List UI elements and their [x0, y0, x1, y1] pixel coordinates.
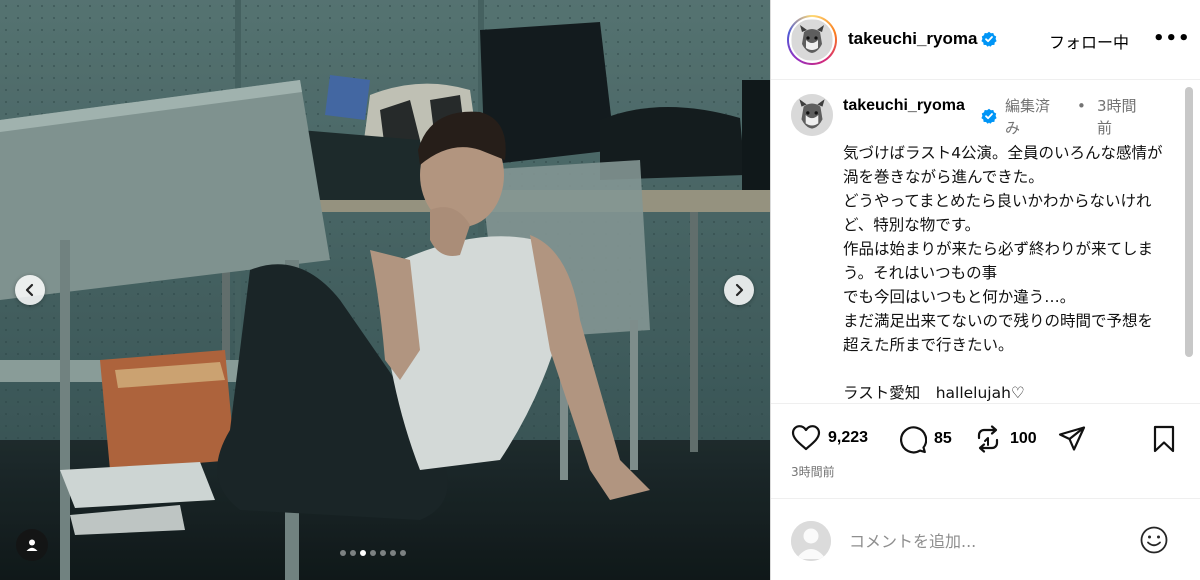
post-timestamp[interactable]: 3時間前: [791, 463, 835, 480]
comment-count: 85: [934, 430, 952, 447]
rehearsal-photo: [0, 0, 770, 580]
author-username-link[interactable]: takeuchi_ryoma: [848, 29, 998, 49]
dog-avatar-icon: [791, 94, 833, 136]
comment-button[interactable]: 85: [897, 424, 952, 454]
bookmark-icon: [1153, 425, 1175, 453]
verified-badge-icon: [981, 108, 997, 124]
heart-icon: [791, 425, 821, 451]
following-button[interactable]: フォロー中: [1049, 29, 1129, 53]
emoji-icon: [1140, 526, 1168, 554]
paper-plane-icon: [1058, 426, 1086, 451]
like-count: 9,223: [828, 429, 869, 446]
share-button[interactable]: [1057, 424, 1087, 454]
like-button[interactable]: 9,223: [791, 424, 868, 452]
more-options-button[interactable]: •••: [1153, 28, 1191, 49]
post-photo[interactable]: [0, 0, 770, 580]
previous-slide-button[interactable]: [15, 275, 45, 305]
user-tag-icon: [26, 539, 38, 551]
add-comment-bar: [771, 498, 1200, 580]
caption-scroll-area[interactable]: takeuchi_ryoma 編集済み • 3時間前 気づけばラスト4公演。全員…: [771, 81, 1200, 403]
caption-scrollbar[interactable]: [1185, 87, 1193, 357]
current-user-avatar: [791, 521, 831, 561]
carousel-dot: [370, 550, 376, 556]
save-button[interactable]: [1150, 424, 1178, 454]
meta-separator: •: [1077, 97, 1086, 115]
chevron-right-icon: [735, 283, 744, 297]
default-user-icon: [791, 521, 831, 561]
caption-timestamp[interactable]: 3時間前: [1097, 95, 1151, 139]
caption-text: 気づけばラスト4公演。全員のいろんな感情が渦を巻きながら進んできた。 どうやって…: [843, 144, 1163, 402]
carousel-dot: [360, 550, 366, 556]
next-slide-button[interactable]: [724, 275, 754, 305]
caption-username-link[interactable]: takeuchi_ryoma: [843, 95, 975, 117]
post-actions-bar: 9,223 85 100 3時間前: [771, 403, 1200, 479]
carousel-indicator: [340, 550, 406, 556]
avatar: [791, 19, 833, 61]
verified-badge-icon: [981, 31, 998, 47]
caption-avatar[interactable]: [791, 94, 833, 136]
repost-count: 100: [1010, 430, 1037, 447]
carousel-dot: [390, 550, 396, 556]
carousel-dot: [380, 550, 386, 556]
comment-input[interactable]: [849, 527, 1119, 555]
author-avatar-story-ring[interactable]: [787, 15, 837, 65]
author-username: takeuchi_ryoma: [848, 29, 978, 48]
chevron-left-icon: [25, 283, 34, 297]
emoji-picker-button[interactable]: [1139, 525, 1169, 559]
comment-bubble-icon: [900, 426, 927, 454]
dog-avatar-icon: [792, 20, 832, 60]
repost-icon: [977, 425, 999, 453]
carousel-dot: [350, 550, 356, 556]
carousel-dot: [340, 550, 346, 556]
repost-button[interactable]: 100: [973, 424, 1037, 454]
edited-label: 編集済み: [1005, 97, 1051, 137]
carousel-dot: [400, 550, 406, 556]
post-header: takeuchi_ryoma フォロー中 •••: [771, 0, 1200, 80]
post-side-panel: takeuchi_ryoma フォロー中 ••• takeuchi_ryoma: [770, 0, 1200, 580]
tagged-users-button[interactable]: [16, 529, 48, 561]
